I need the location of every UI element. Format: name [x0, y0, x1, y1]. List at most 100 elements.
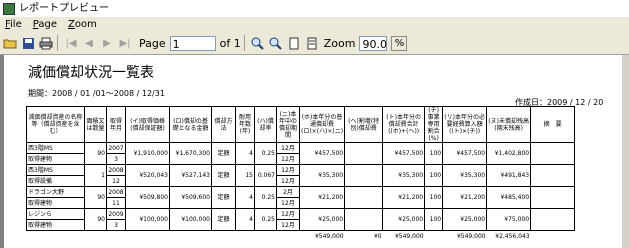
useful-life: 4 [235, 142, 255, 165]
preview-viewport[interactable]: 減価償却状況一覧表 期間：2008 / 01 /01～2008 / 12/31 … [0, 55, 629, 248]
special-depreciation [344, 208, 384, 231]
next-page-icon[interactable]: ▶ [99, 35, 115, 51]
remaining-balance: ¥1,402,800 [486, 142, 532, 165]
total-expense: ¥549,000 [456, 232, 486, 240]
special-depreciation [344, 164, 384, 187]
depreciation-rate: 0.25 [254, 208, 277, 231]
method: 定額 [211, 164, 236, 187]
expense-amount: ¥21,200 [442, 186, 488, 209]
zoom-in-icon[interactable] [250, 35, 266, 51]
menu-page[interactable]: Page [33, 19, 57, 30]
toolbar: |◀ ◀ ▶ ▶| Page 1 of 1 Zoom 90.0 % [0, 32, 629, 55]
table-row: ドラゴン大野 90 2008 ¥509,800 ¥509,600 定額 4 0.… [26, 186, 576, 209]
column-header: 面積又は数量 [84, 106, 107, 143]
useful-life: 4 [235, 186, 255, 209]
expense-amount: ¥457,500 [442, 142, 488, 165]
toolbar-separator [57, 35, 58, 51]
period-months: 12月 [276, 142, 300, 154]
menu-zoom[interactable]: Zoom [68, 19, 97, 30]
normal-depreciation: ¥35,300 [298, 164, 346, 187]
zoom-out-icon[interactable] [268, 35, 284, 51]
column-header: 減価償却資産の名称等（償却資産を含む） [26, 106, 85, 143]
note [530, 208, 576, 231]
asset-name: 西3階MS [26, 164, 85, 176]
method: 定額 [211, 142, 236, 165]
column-header: (ト)本年分の償却費合計((ホ)+(ヘ)) [382, 106, 426, 143]
acquired-year: 2008 [106, 186, 126, 198]
quantity: 90 [84, 208, 107, 231]
special-depreciation [344, 186, 384, 209]
report-title: 減価償却状況一覧表 [28, 65, 154, 81]
expense-amount: ¥25,000 [442, 208, 488, 231]
report-page: 減価償却状況一覧表 期間：2008 / 01 /01～2008 / 12/31 … [4, 55, 622, 248]
save-icon[interactable] [20, 35, 36, 51]
note [530, 186, 576, 209]
normal-depreciation: ¥457,500 [298, 142, 346, 165]
zoom-percent-button[interactable]: % [391, 35, 408, 51]
acquisition-cost: ¥100,000 [125, 208, 170, 231]
period-months-sub: 12月 [276, 153, 300, 165]
remaining-balance: ¥491,843 [486, 164, 532, 187]
open-folder-icon[interactable] [2, 35, 18, 51]
zoom-label: Zoom [323, 36, 356, 50]
expense-amount: ¥35,300 [442, 164, 488, 187]
acquisition-cost: ¥520,043 [125, 164, 170, 187]
useful-life: 4 [235, 208, 255, 231]
total-depreciation: ¥25,000 [382, 208, 426, 231]
acquired-month: 12 [106, 175, 126, 187]
column-header: (イ)取得価格(償却保証額) [125, 106, 170, 143]
table-row: 西3階MS 90 2007 ¥1,910,000 ¥1,670,300 定額 4… [26, 142, 576, 165]
business-ratio: 100 [424, 186, 444, 209]
menu-file[interactable]: File [5, 19, 22, 30]
page-width-icon[interactable] [304, 35, 320, 51]
normal-depreciation: ¥21,200 [298, 186, 346, 209]
asset-name-sub: 取得建物 [26, 153, 85, 165]
method: 定額 [211, 186, 236, 209]
last-page-icon[interactable]: ▶| [117, 35, 133, 51]
remaining-balance: ¥485,400 [486, 186, 532, 209]
column-header: (チ)事業専用割合(%) [424, 106, 444, 143]
business-ratio: 100 [424, 164, 444, 187]
column-header: (ヘ)割増(特別)償却費 [344, 106, 384, 143]
first-page-icon[interactable]: |◀ [63, 35, 79, 51]
table-header-row: 減価償却資産の名称等（償却資産を含む） 面積又は数量 取得年月 (イ)取得価格(… [26, 106, 576, 143]
quantity: 90 [84, 186, 107, 209]
acquisition-cost: ¥509,800 [125, 186, 170, 209]
depreciation-rate: 0.067 [254, 164, 277, 187]
app-icon [3, 3, 15, 15]
table-row: レジンら 90 2009 ¥100,000 ¥100,000 定額 4 0.25… [26, 208, 576, 231]
page-count-label: of 1 [219, 36, 241, 50]
period-months-sub: 12月 [276, 175, 300, 187]
note [530, 164, 576, 187]
total-remaining: ¥2,456,043 [495, 232, 530, 240]
business-ratio: 100 [424, 142, 444, 165]
method: 定額 [211, 208, 236, 231]
fit-page-icon[interactable] [286, 35, 302, 51]
zoom-input[interactable]: 90.0 [359, 35, 388, 51]
quantity: 1 [84, 164, 107, 187]
page-number-input[interactable]: 1 [169, 35, 216, 51]
asset-name: 西3階MS [26, 142, 85, 154]
acquired-month: 11 [106, 197, 126, 209]
column-header: (ホ)本年分の普通償却費(ロ)×(ハ)×(ニ) [298, 106, 346, 143]
column-header: 摘 要 [530, 106, 576, 143]
business-ratio: 100 [424, 208, 444, 231]
previous-page-icon[interactable]: ◀ [81, 35, 97, 51]
period-months: 12月 [276, 164, 300, 176]
column-header: 償却方法 [211, 106, 236, 143]
column-header: 取得年月 [106, 106, 126, 143]
useful-life: 15 [235, 164, 255, 187]
column-header: (ハ)償却率 [254, 106, 277, 143]
vertical-scrollbar[interactable] [622, 55, 629, 248]
depreciation-base: ¥509,600 [169, 186, 212, 209]
acquired-year: 2008 [106, 164, 126, 176]
table-row: 西3階MS 1 2008 ¥520,043 ¥527,143 定額 15 0.0… [26, 164, 576, 187]
depreciation-base: ¥100,000 [169, 208, 212, 231]
column-header: 耐用年数(年) [235, 106, 255, 143]
window-title: レポートプレビュー [19, 3, 109, 14]
page-label: Page [139, 36, 166, 50]
print-icon[interactable] [38, 35, 54, 51]
column-header: (ヌ)未償却残高(期末残高) [486, 106, 532, 143]
total-depreciation: ¥35,300 [382, 164, 426, 187]
column-header: (ニ)本年中の償却期間 [276, 106, 300, 143]
